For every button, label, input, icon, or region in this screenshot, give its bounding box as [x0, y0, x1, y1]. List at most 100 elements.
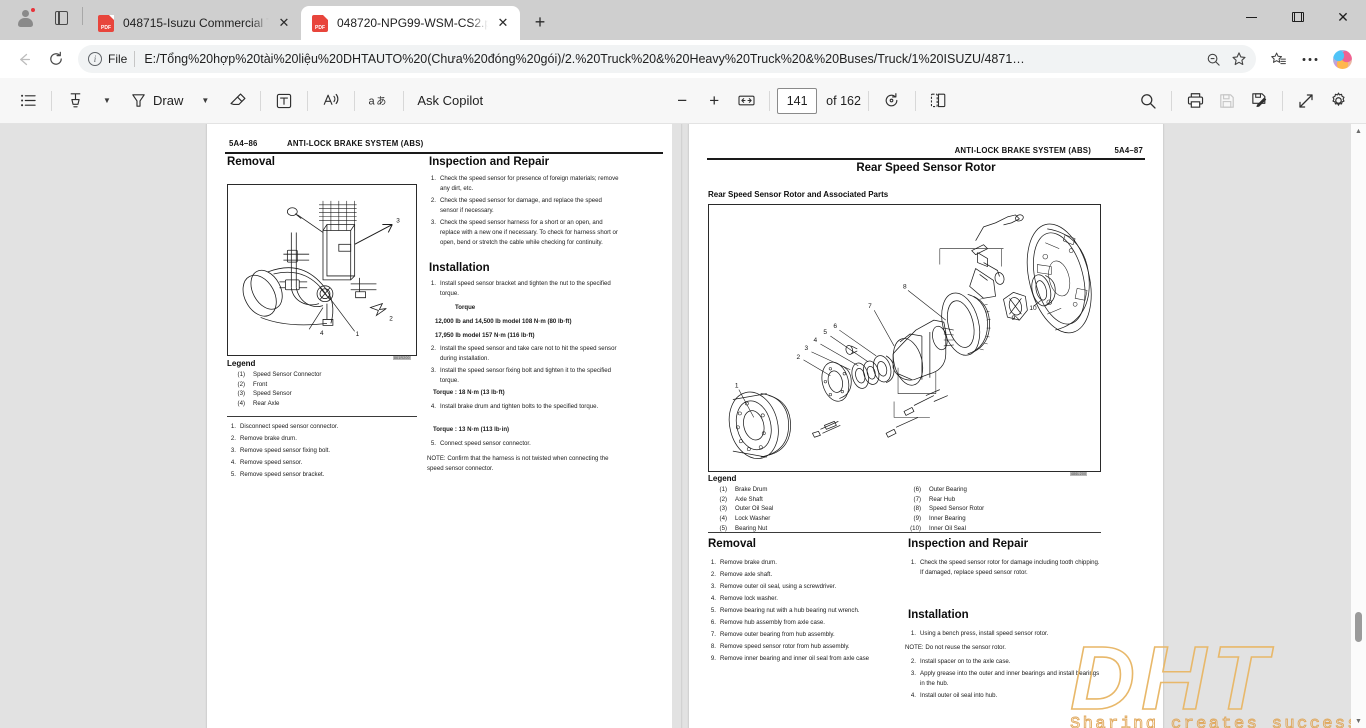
table-of-contents-button[interactable]	[12, 86, 44, 116]
account-avatar-button[interactable]	[10, 3, 40, 33]
legend-item: (3) Outer Oil Seal	[719, 505, 774, 513]
fit-to-width-icon	[738, 95, 755, 106]
print-button[interactable]	[1179, 86, 1211, 116]
scroll-up-arrow[interactable]: ▲	[1351, 124, 1366, 138]
add-text-button[interactable]	[268, 86, 300, 116]
toolbar-divider	[260, 90, 262, 111]
erase-button[interactable]	[221, 86, 253, 116]
tab-title: 048715-Isuzu Commercial Truck F	[123, 16, 269, 30]
pdf-document-viewport[interactable]: 5A4–86 ANTI-LOCK BRAKE SYSTEM (ABS) Remo…	[0, 124, 1366, 728]
list-item: 2. Install spacer on to the axle case.	[910, 658, 1011, 665]
browser-tab-2[interactable]: 048720-NPG99-WSM-CS2.pdf ✕	[301, 6, 520, 40]
print-icon	[1187, 93, 1203, 108]
scroll-down-arrow[interactable]: ▼	[1351, 714, 1366, 728]
installation-step-1-left: 1. Install speed sensor bracket and tight…	[429, 279, 619, 301]
svg-text:1: 1	[356, 331, 360, 338]
save-button[interactable]	[1211, 86, 1243, 116]
legend-item: (5) Bearing Nut	[719, 524, 768, 532]
fullscreen-icon	[1299, 93, 1313, 108]
ask-copilot-button[interactable]: Ask Copilot	[411, 86, 489, 116]
search-button[interactable]	[1132, 86, 1164, 116]
info-circle-icon[interactable]: i	[88, 52, 102, 66]
draw-dropdown-button[interactable]: ▼	[189, 86, 221, 116]
pdf-pages-row: 5A4–86 ANTI-LOCK BRAKE SYSTEM (ABS) Remo…	[0, 124, 1366, 728]
translate-button[interactable]: aあ	[362, 86, 396, 116]
gear-icon	[1331, 92, 1345, 106]
reload-button[interactable]	[40, 44, 72, 74]
browser-tab-1[interactable]: 048715-Isuzu Commercial Truck F ✕	[87, 6, 301, 40]
scrollbar-thumb[interactable]	[1355, 612, 1362, 642]
svg-text:2: 2	[797, 354, 801, 361]
legend-heading-right: Legend	[708, 474, 737, 483]
toolbar-divider	[307, 90, 309, 111]
new-tab-button[interactable]: +	[526, 8, 554, 36]
legend-item: (2) Axle Shaft	[719, 495, 763, 503]
close-icon[interactable]: ✕	[492, 12, 514, 34]
note-left: NOTE: Confirm that the harness is not tw…	[427, 455, 609, 472]
toolbar-divider	[867, 90, 869, 111]
list-item: 1. Using a bench press, install speed sen…	[910, 630, 1049, 637]
address-bar-input[interactable]: i File E:/Tổng%20hợp%20tài%20liệu%20DHTA…	[78, 45, 1256, 73]
collections-button[interactable]	[1262, 44, 1294, 74]
star-outline-icon	[1232, 52, 1246, 66]
fullscreen-button[interactable]	[1290, 86, 1322, 116]
copilot-button[interactable]	[1326, 44, 1358, 74]
zoom-out-button[interactable]: −	[666, 86, 698, 116]
pdf-page-right: ANTI-LOCK BRAKE SYSTEM (ABS) 5A4–87 Rear…	[689, 124, 1163, 728]
toolbar-divider	[1282, 90, 1284, 111]
rotate-button[interactable]	[876, 86, 908, 116]
legend-list-right-col1: (1) Brake Drum (2) Axle Shaft (3) Outer Oil…	[713, 486, 908, 534]
list-item: 3. Apply grease into the outer and inner …	[910, 670, 1100, 687]
translate-icon: aあ	[369, 96, 387, 108]
add-text-icon	[277, 93, 292, 108]
installation-step-1-right: 1. Using a bench press, install speed sen…	[909, 629, 1101, 641]
header-rule	[707, 158, 1145, 160]
settings-button[interactable]	[1322, 86, 1354, 116]
read-aloud-button[interactable]	[315, 86, 347, 116]
highlight-dropdown-button[interactable]: ▼	[91, 86, 123, 116]
removal-steps-left: 1. Disconnect speed sensor connector. 2. R…	[229, 422, 424, 482]
legend-item: (6) Outer Bearing	[913, 486, 967, 493]
list-item: 5. Remove speed sensor bracket.	[230, 471, 325, 479]
reload-icon	[50, 51, 62, 65]
url-text: E:/Tổng%20hợp%20tài%20liệu%20DHTAUTO%20(…	[144, 52, 1025, 66]
installation-heading-right: Installation	[908, 609, 969, 621]
page-number-input[interactable]	[777, 87, 818, 114]
installation-heading-left: Installation	[429, 262, 490, 274]
list-item: 5. Remove bearing nut with a hub bearing …	[710, 607, 860, 615]
draw-button[interactable]: Draw	[123, 86, 189, 116]
torque-spec-2: 17,950 lb model 157 N·m (116 lb·ft)	[435, 332, 535, 339]
legend-heading-left: Legend	[227, 359, 256, 368]
maximize-button[interactable]	[1274, 0, 1320, 34]
close-window-button[interactable]: ✕	[1320, 0, 1366, 34]
back-button[interactable]	[8, 44, 40, 74]
chevron-down-icon: ▼	[103, 96, 111, 105]
zoom-out-button[interactable]	[1200, 47, 1226, 71]
list-item: 7. Remove outer bearing from hub assembly…	[710, 631, 835, 639]
ask-copilot-label: Ask Copilot	[417, 93, 484, 108]
page-number-left: 5A4–86	[229, 139, 258, 148]
titlebar-divider	[82, 6, 83, 25]
table-of-contents-icon	[20, 94, 36, 107]
figure-box-left: 1 2 3 4	[227, 184, 417, 356]
save-as-button[interactable]	[1243, 86, 1275, 116]
legend-item: (4) Lock Washer	[719, 515, 771, 523]
toolbar-divider	[51, 90, 52, 111]
list-item: 9. Remove inner bearing and inner oil sea…	[710, 655, 870, 663]
window-controls: ✕	[1228, 0, 1366, 34]
svg-text:8: 8	[903, 283, 907, 290]
vertical-scrollbar[interactable]: ▲ ▼	[1351, 124, 1366, 728]
pdf-viewer-toolbar: ▼ Draw ▼ aあ Ask Copilot − + of 162	[0, 78, 1366, 124]
legend-item: (2) Front	[237, 380, 268, 388]
toolbar-divider	[354, 90, 356, 111]
page-layout-button[interactable]	[923, 86, 955, 116]
close-icon[interactable]: ✕	[273, 12, 295, 34]
highlight-button[interactable]	[59, 86, 91, 116]
installation-step-4-left: 4. Install brake drum and tighten bolts t…	[429, 402, 619, 414]
favorite-button[interactable]	[1226, 47, 1252, 71]
minimize-button[interactable]	[1228, 0, 1274, 34]
fit-to-width-button[interactable]	[730, 86, 762, 116]
tab-search-button[interactable]	[46, 3, 76, 33]
more-options-button[interactable]	[1294, 44, 1326, 74]
zoom-in-button[interactable]: +	[698, 86, 730, 116]
